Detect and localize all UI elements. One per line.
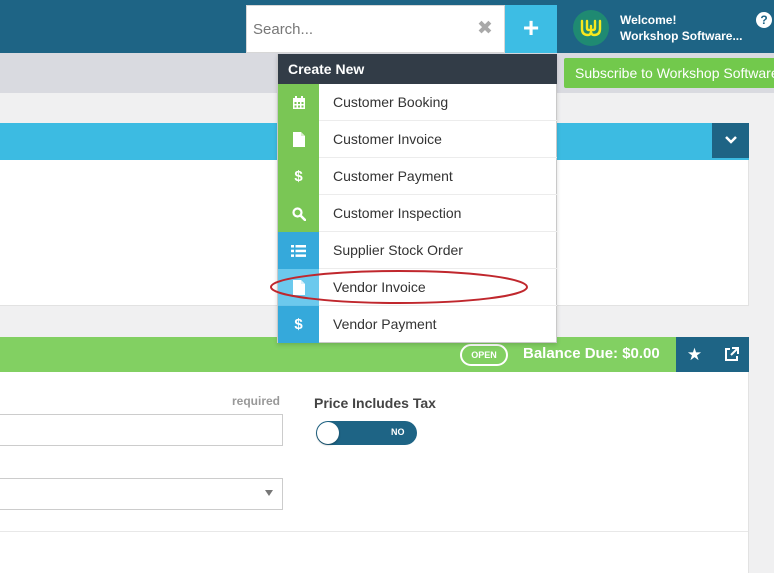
menu-item-label: Supplier Stock Order (333, 242, 463, 258)
required-text-field[interactable] (0, 414, 283, 446)
menu-item-customer-payment[interactable]: $ Customer Payment (278, 158, 557, 195)
menu-item-label: Customer Invoice (333, 131, 442, 147)
search-icon (278, 195, 319, 232)
workshop-logo-icon (573, 10, 609, 46)
dollar-icon: $ (278, 158, 319, 195)
price-includes-tax-label: Price Includes Tax (314, 395, 436, 411)
price-includes-tax-toggle[interactable]: NO (316, 421, 417, 445)
menu-item-supplier-stock-order[interactable]: Supplier Stock Order (278, 232, 557, 269)
menu-item-label: Vendor Invoice (333, 279, 426, 295)
menu-item-customer-booking[interactable]: Customer Booking (278, 84, 557, 121)
help-icon[interactable]: ? (756, 12, 772, 28)
required-label: required (232, 394, 281, 408)
divider (0, 531, 748, 532)
menu-item-customer-invoice[interactable]: Customer Invoice (278, 121, 557, 158)
create-new-menu: Create New Customer Booking Customer Inv… (277, 54, 557, 343)
close-icon[interactable]: ✖ (476, 18, 494, 40)
toggle-value: NO (391, 427, 405, 437)
menu-item-vendor-invoice[interactable]: Vendor Invoice (278, 269, 557, 306)
document-icon (278, 269, 319, 306)
user-welcome[interactable]: Welcome! Workshop Software... (620, 12, 742, 44)
dollar-icon: $ (278, 306, 319, 343)
star-icon[interactable]: ★ (676, 337, 713, 372)
menu-item-label: Customer Booking (333, 94, 449, 110)
create-new-title: Create New (278, 54, 557, 84)
status-badge: OPEN (460, 344, 508, 366)
search-input[interactable] (247, 6, 467, 52)
balance-due-text: Balance Due: $0.00 (523, 345, 660, 362)
menu-item-label: Customer Inspection (333, 205, 462, 221)
calendar-icon (278, 84, 319, 121)
document-icon (278, 121, 319, 158)
toggle-knob (317, 422, 339, 444)
external-link-icon[interactable] (713, 337, 749, 372)
company-name: Workshop Software... (620, 29, 743, 43)
caret-down-icon (265, 490, 273, 496)
welcome-text: Welcome! (620, 13, 677, 27)
select-field[interactable] (0, 478, 283, 510)
subscribe-button[interactable]: Subscribe to Workshop Software (564, 58, 774, 88)
menu-item-vendor-payment[interactable]: $ Vendor Payment (278, 306, 557, 343)
search-box: ✖ (246, 5, 505, 53)
menu-item-customer-inspection[interactable]: Customer Inspection (278, 195, 557, 232)
menu-item-label: Vendor Payment (333, 316, 437, 332)
menu-item-label: Customer Payment (333, 168, 453, 184)
chevron-down-icon[interactable] (712, 123, 749, 158)
list-icon (278, 232, 319, 269)
create-new-button[interactable]: + (505, 5, 557, 53)
